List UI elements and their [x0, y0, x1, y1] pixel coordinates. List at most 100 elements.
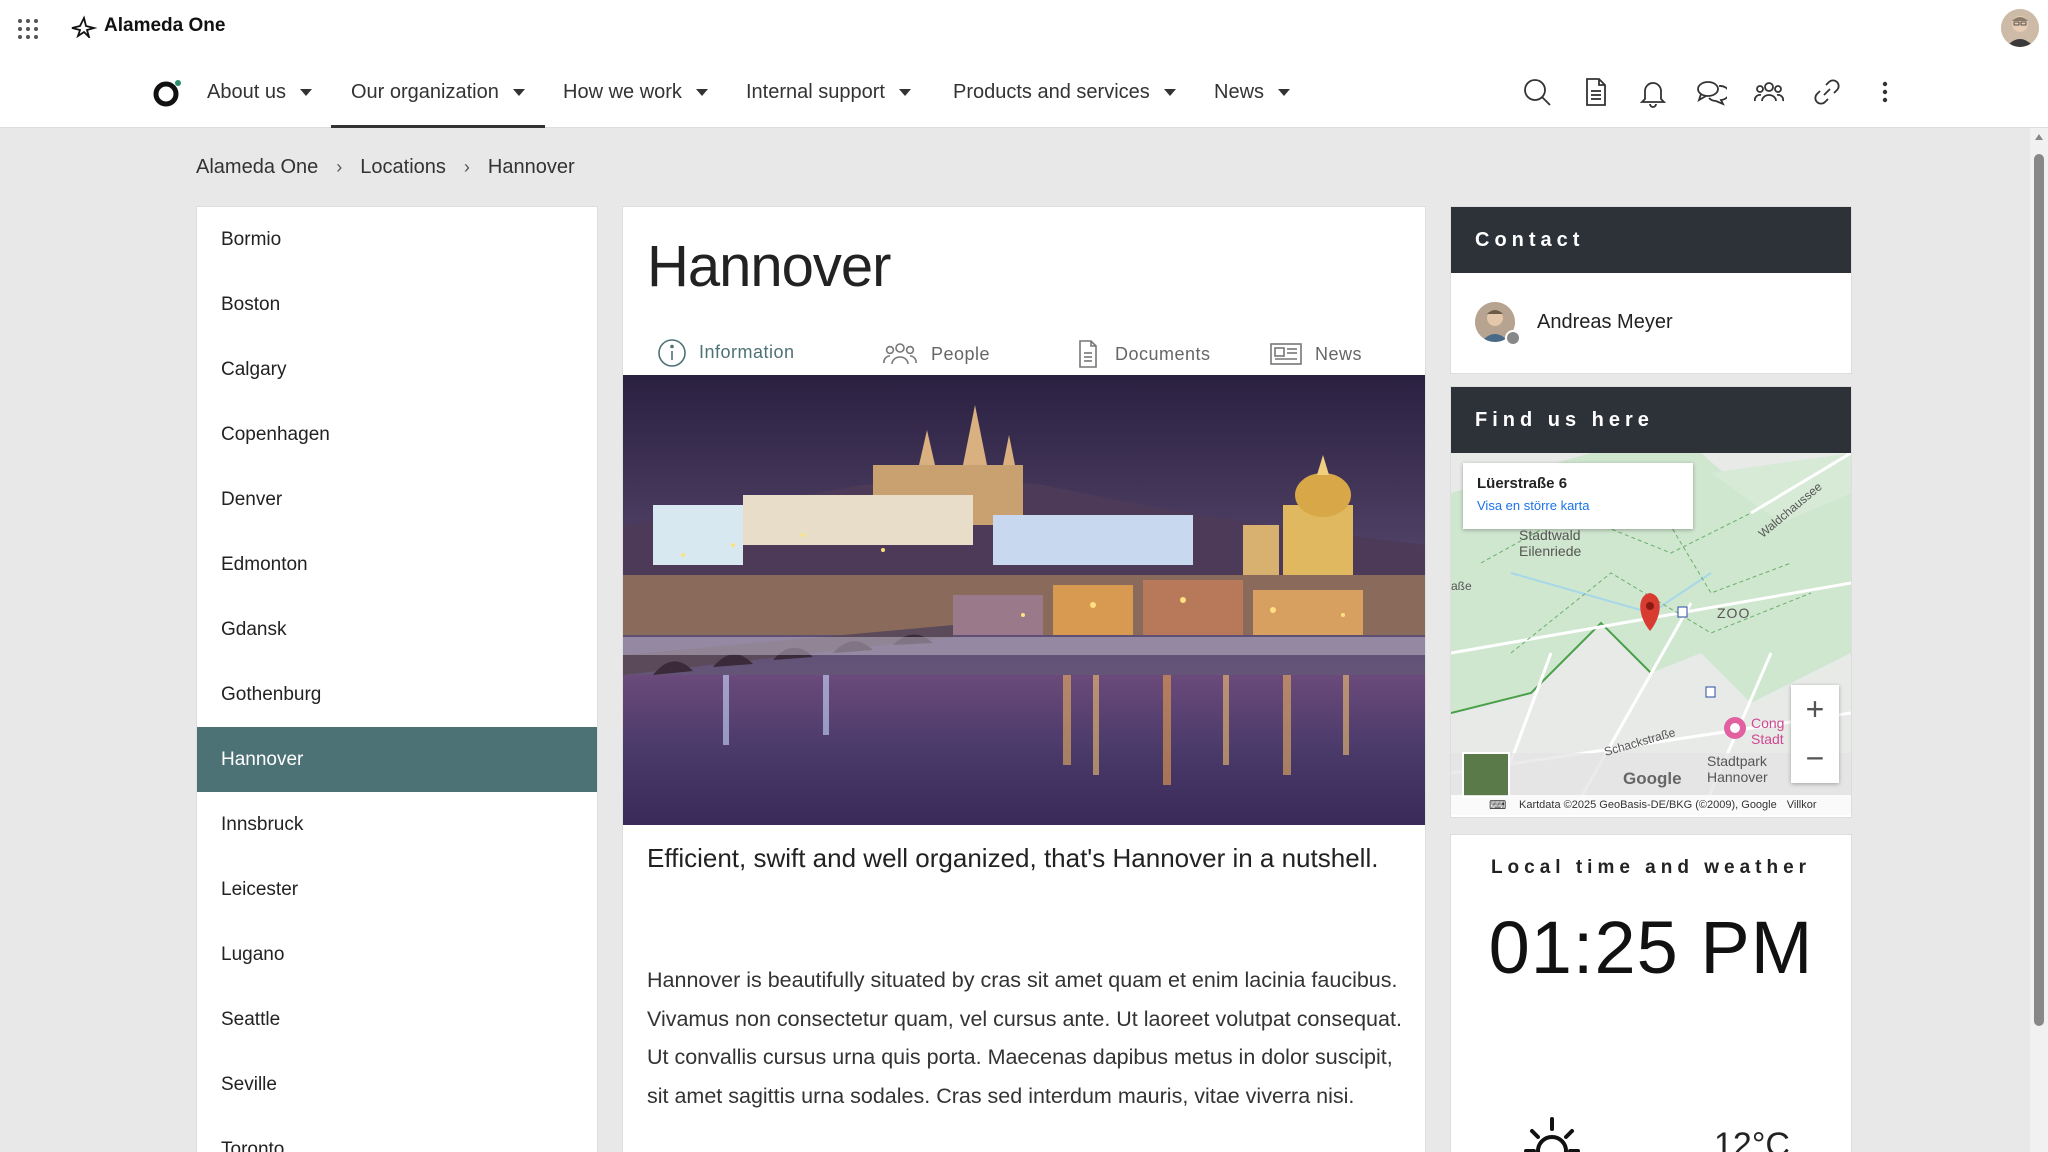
location-item[interactable]: Copenhagen	[197, 402, 597, 467]
map-label: Eilenriede	[1519, 543, 1582, 559]
caret-down-icon	[1163, 88, 1176, 96]
info-icon	[658, 338, 686, 367]
tab-information-label: Information	[699, 342, 795, 362]
map-larger-link[interactable]: Visa en större karta	[1477, 498, 1679, 513]
caret-down-icon	[1278, 88, 1291, 96]
tab-documents-label: Documents	[1115, 343, 1211, 364]
tab-documents[interactable]: Documents	[1037, 327, 1253, 381]
location-tabs: Information People Documents News	[623, 327, 1427, 381]
map-heading: Find us here	[1451, 387, 1851, 453]
newspaper-icon	[1270, 343, 1302, 365]
map-attribution-text: Kartdata ©2025 GeoBasis-DE/BKG (©2009), …	[1519, 799, 1777, 811]
map-label: Stadtwald	[1519, 527, 1581, 543]
map-label: Stadt	[1751, 731, 1784, 747]
page-scrollbar[interactable]	[2030, 128, 2048, 1152]
sun-icon	[1524, 1117, 1580, 1152]
map[interactable]: Lüerstraße 6 Visa en större karta Stadtw…	[1451, 453, 1851, 815]
weather-heading: Local time and weather	[1490, 857, 1812, 878]
location-item[interactable]: Seattle	[197, 987, 597, 1052]
lead-paragraph: Efficient, swift and well organized, tha…	[647, 843, 1379, 873]
map-label: Stadtpark	[1707, 753, 1767, 769]
nav-about-us-label: About us	[207, 80, 286, 103]
location-item-selected[interactable]: Hannover	[197, 727, 597, 792]
nav-about-us[interactable]: About us	[207, 56, 312, 128]
app-launcher-icon[interactable]	[18, 19, 38, 39]
location-detail: Hannover Information People Documents Ne…	[622, 206, 1426, 1152]
breadcrumb-item[interactable]: Locations	[360, 156, 446, 179]
keyboard-icon[interactable]: ⌨	[1489, 798, 1506, 812]
location-item[interactable]: Seville	[197, 1052, 597, 1117]
home-logo-icon[interactable]	[152, 78, 182, 108]
chevron-right-icon: ›	[463, 157, 470, 177]
location-item[interactable]: Lugano	[197, 922, 597, 987]
contact-name[interactable]: Andreas Meyer	[1537, 311, 1673, 334]
map-attribution: ⌨ Kartdata ©2025 GeoBasis-DE/BKG (©2009)…	[1451, 795, 1851, 815]
breadcrumb-item[interactable]: Alameda One	[196, 156, 318, 179]
location-item[interactable]: Bormio	[197, 207, 597, 272]
document-icon	[1079, 340, 1097, 368]
nav-internal-support-label: Internal support	[746, 80, 885, 103]
map-address: Lüerstraße 6	[1477, 475, 1568, 492]
location-item[interactable]: Edmonton	[197, 532, 597, 597]
nav-news[interactable]: News	[1214, 56, 1291, 128]
location-item[interactable]: Denver	[197, 467, 597, 532]
tab-people[interactable]: People	[849, 327, 1037, 381]
weather-row: 12°C	[1451, 1105, 1851, 1152]
page-title: Hannover	[647, 234, 891, 299]
location-item[interactable]: Toronto	[197, 1117, 597, 1152]
map-terms-link[interactable]: Villkor	[1787, 799, 1817, 811]
location-item[interactable]: Calgary	[197, 337, 597, 402]
nav-our-organization-label: Our organization	[351, 80, 499, 103]
tab-people-label: People	[931, 343, 991, 364]
nav-products-and-services[interactable]: Products and services	[953, 56, 1176, 128]
google-logo: Google	[1623, 769, 1682, 788]
nav-products-and-services-label: Products and services	[953, 80, 1150, 103]
tab-news[interactable]: News	[1253, 327, 1423, 381]
map-zoom-controls: + −	[1791, 685, 1839, 783]
breadcrumb: Alameda One › Locations › Hannover	[196, 156, 575, 179]
map-info-card: Lüerstraße 6 Visa en större karta	[1463, 463, 1693, 529]
document-icon[interactable]	[1566, 74, 1624, 110]
search-icon[interactable]	[1508, 74, 1566, 110]
more-icon[interactable]	[1856, 74, 1914, 110]
bell-icon[interactable]	[1624, 74, 1682, 110]
main-navigation: About us Our organization How we work In…	[0, 56, 2048, 128]
zoom-out-button[interactable]: −	[1791, 734, 1839, 783]
location-item[interactable]: Gdansk	[197, 597, 597, 662]
brand[interactable]: Alameda One	[70, 14, 225, 38]
location-item[interactable]: Gothenburg	[197, 662, 597, 727]
map-label: aße	[1451, 579, 1472, 593]
map-label: Hannover	[1707, 769, 1768, 785]
map-label: ZOO	[1717, 605, 1751, 621]
scroll-up-icon[interactable]	[2035, 134, 2043, 140]
link-icon[interactable]	[1798, 74, 1856, 110]
breadcrumb-current: Hannover	[487, 156, 575, 178]
nav-our-organization[interactable]: Our organization	[331, 56, 545, 128]
map-widget: Find us here Lüerstraße 6 Visa en större…	[1450, 386, 1852, 818]
people-icon[interactable]	[1740, 74, 1798, 110]
zoom-in-button[interactable]: +	[1791, 685, 1839, 734]
scrollbar-thumb[interactable]	[2034, 154, 2044, 1026]
location-item[interactable]: Boston	[197, 272, 597, 337]
nav-news-label: News	[1214, 80, 1265, 103]
tab-news-label: News	[1315, 343, 1363, 364]
user-avatar[interactable]	[2001, 9, 2039, 47]
status-icon	[1505, 330, 1521, 346]
location-item[interactable]: Leicester	[197, 857, 597, 922]
top-bar: Alameda One	[0, 0, 2048, 56]
nav-how-we-work[interactable]: How we work	[563, 56, 708, 128]
tab-information[interactable]: Information	[623, 327, 849, 381]
chat-icon[interactable]	[1682, 74, 1740, 110]
location-item[interactable]: Innsbruck	[197, 792, 597, 857]
caret-down-icon	[512, 88, 525, 96]
locations-list: Bormio Boston Calgary Copenhagen Denver …	[196, 206, 598, 1152]
brand-logo-icon	[71, 15, 98, 38]
contact-avatar	[1475, 302, 1521, 346]
chevron-right-icon: ›	[336, 157, 343, 177]
nav-how-we-work-label: How we work	[563, 80, 682, 103]
contact-person[interactable]: Andreas Meyer	[1451, 273, 1851, 371]
nav-internal-support[interactable]: Internal support	[746, 56, 911, 128]
brand-name: Alameda One	[104, 15, 226, 36]
caret-down-icon	[898, 88, 911, 96]
local-time: 01:25 PM	[1488, 906, 1814, 989]
